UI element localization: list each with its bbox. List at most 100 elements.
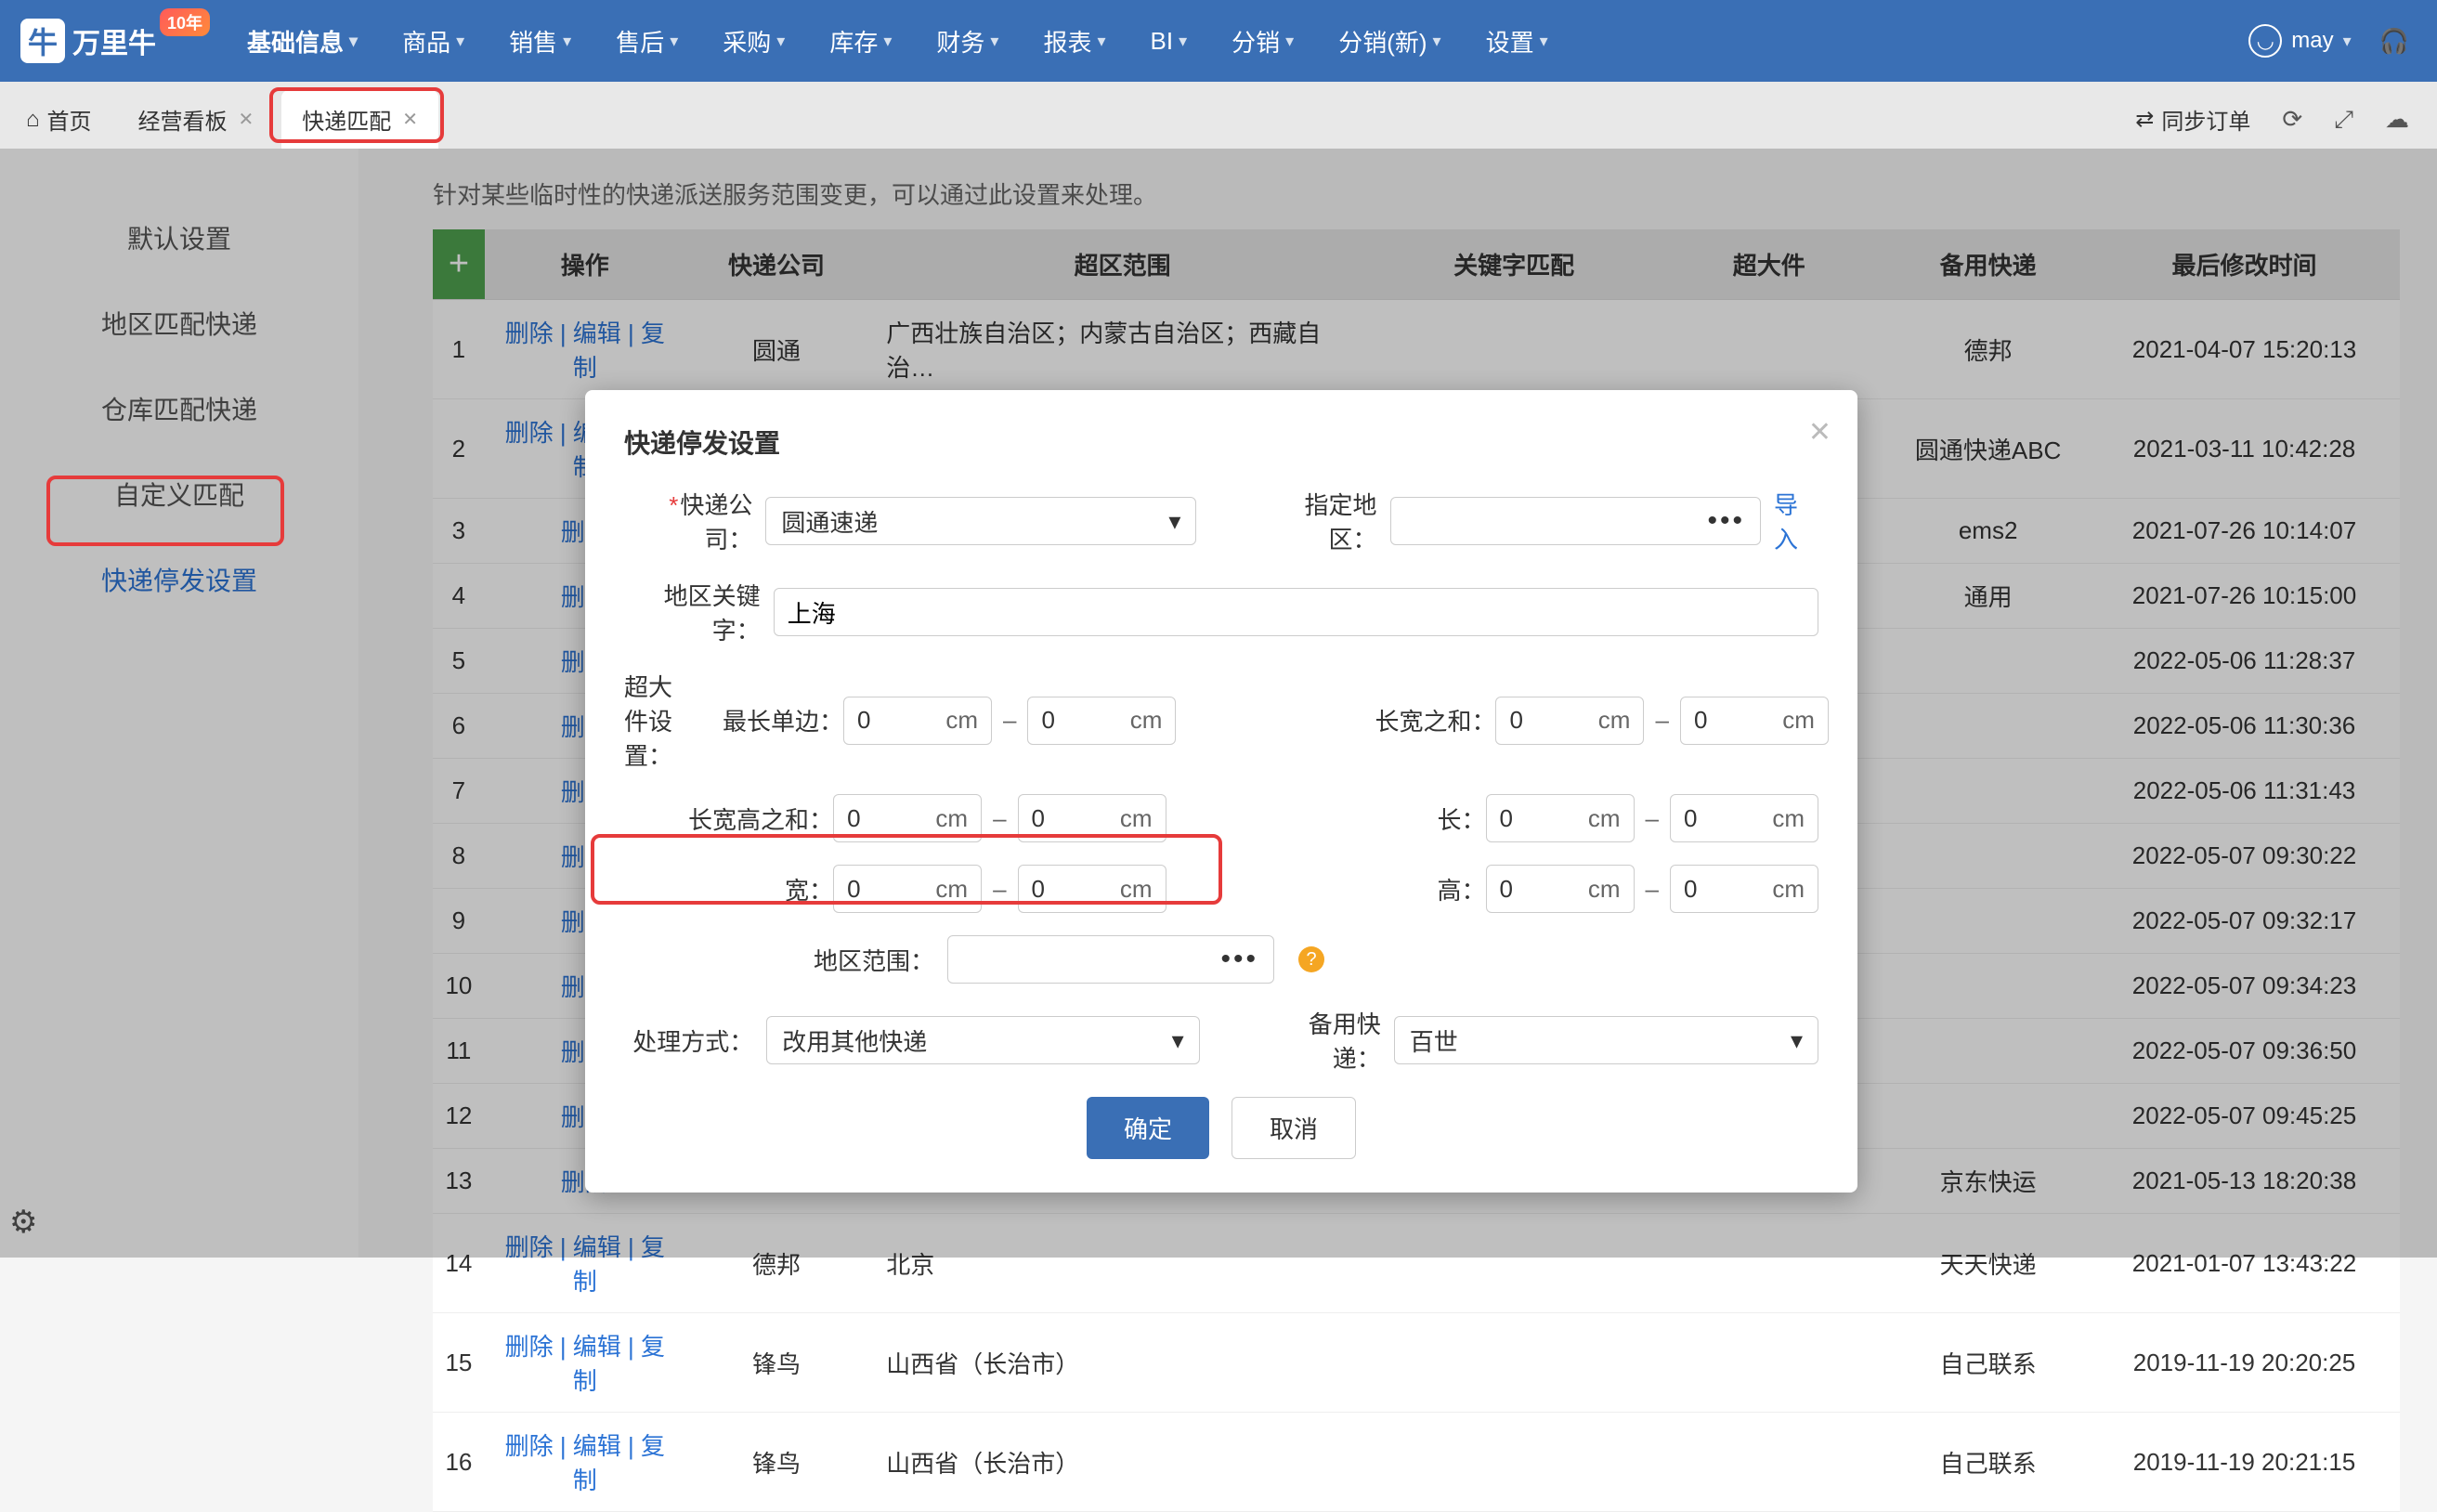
logo[interactable]: 牛 万里牛 10年 bbox=[20, 19, 210, 63]
dash: – bbox=[1646, 804, 1659, 833]
sync-label: 同步订单 bbox=[2161, 103, 2250, 136]
width-from[interactable]: 0 cm bbox=[833, 865, 982, 913]
width-to[interactable]: 0cm bbox=[1018, 865, 1166, 913]
chevron-down-icon: ▾ bbox=[349, 32, 358, 51]
label-process: 处理方式： bbox=[624, 1023, 753, 1058]
refresh-icon[interactable]: ⟳ bbox=[2282, 105, 2302, 134]
val: 0 bbox=[1684, 804, 1697, 833]
val: 0 bbox=[847, 875, 860, 904]
home-tab[interactable]: ⌂ 首页 bbox=[7, 90, 111, 149]
lwsum-to[interactable]: 0cm bbox=[1680, 697, 1829, 745]
nav-item-stock[interactable]: 库存▾ bbox=[829, 24, 892, 59]
nav-item-basic[interactable]: 基础信息▾ bbox=[247, 24, 358, 59]
nav-item-finance[interactable]: 财务▾ bbox=[936, 24, 998, 59]
row-process: 处理方式： 改用其他快递 ▾ 备用快递： 百世 ▾ bbox=[624, 1006, 1818, 1075]
label-lwsum: 长宽之和： bbox=[1337, 703, 1495, 737]
edit-link[interactable]: 编辑 bbox=[573, 1432, 621, 1460]
close-icon[interactable]: ✕ bbox=[1808, 416, 1831, 449]
nav-item-product[interactable]: 商品▾ bbox=[402, 24, 464, 59]
length-from[interactable]: 0cm bbox=[1486, 794, 1635, 842]
logo-icon: 牛 bbox=[20, 19, 65, 63]
unit: cm bbox=[1772, 875, 1805, 904]
chevron-down-icon: ▾ bbox=[2343, 32, 2352, 51]
table-row: 16删除 | 编辑 | 复制锋鸟山西省（长治市）自己联系2019-11-19 2… bbox=[433, 1413, 2400, 1512]
chevron-down-icon: ▾ bbox=[883, 32, 892, 51]
dash: – bbox=[1003, 706, 1016, 735]
close-icon[interactable]: ✕ bbox=[239, 108, 254, 131]
cancel-button[interactable]: 取消 bbox=[1232, 1097, 1356, 1159]
val: 0 bbox=[1509, 706, 1522, 735]
unit: cm bbox=[935, 875, 968, 904]
nav-item-report[interactable]: 报表▾ bbox=[1043, 24, 1105, 59]
row-kw bbox=[1377, 1413, 1650, 1512]
delete-link[interactable]: 删除 bbox=[505, 1432, 554, 1460]
length-to[interactable]: 0cm bbox=[1670, 794, 1818, 842]
sync-orders-button[interactable]: ⇄ 同步订单 bbox=[2135, 103, 2250, 136]
chevron-down-icon: ▾ bbox=[1285, 32, 1294, 51]
nav-label: 销售 bbox=[509, 24, 557, 59]
lwhsum-to[interactable]: 0cm bbox=[1018, 794, 1166, 842]
row-company: *快递公司： 圆通速递 ▾ 指定地区： ••• 导入 bbox=[624, 487, 1818, 555]
label-length: 长： bbox=[1328, 802, 1486, 836]
chevron-down-icon: ▾ bbox=[563, 32, 571, 51]
backup-value: 百世 bbox=[1410, 1023, 1458, 1058]
val: 0 bbox=[1032, 875, 1045, 904]
unit: cm bbox=[1588, 804, 1621, 833]
edit-link[interactable]: 编辑 bbox=[573, 1333, 621, 1361]
process-select[interactable]: 改用其他快递 ▾ bbox=[766, 1016, 1200, 1064]
maxedge-to[interactable]: 0cm bbox=[1027, 697, 1176, 745]
nav-item-sales[interactable]: 销售 ▾ bbox=[509, 24, 571, 59]
import-link[interactable]: 导入 bbox=[1774, 487, 1818, 555]
fullscreen-icon[interactable]: ⤢ bbox=[2334, 105, 2353, 135]
headset-icon[interactable]: 🎧 bbox=[2379, 27, 2409, 56]
val: 0 bbox=[1500, 875, 1513, 904]
user-menu[interactable]: ◡ may ▾ bbox=[2248, 24, 2351, 58]
nav-item-aftersale[interactable]: 售后▾ bbox=[616, 24, 678, 59]
cloud-icon[interactable]: ☁ bbox=[2385, 105, 2409, 134]
nav-label: 商品 bbox=[402, 24, 450, 59]
tab-bar: ⌂ 首页 经营看板 ✕ 快递匹配 ✕ ⇄ 同步订单 ⟳ ⤢ ☁ bbox=[0, 82, 2437, 149]
nav-label: 分销 bbox=[1232, 24, 1280, 59]
ok-button[interactable]: 确定 bbox=[1087, 1097, 1209, 1159]
tab-dashboard[interactable]: 经营看板 ✕ bbox=[118, 90, 275, 149]
label-text: 快递公司： bbox=[680, 491, 752, 554]
company-select[interactable]: 圆通速递 ▾ bbox=[765, 497, 1196, 545]
tab-bar-right: ⇄ 同步订单 ⟳ ⤢ ☁ bbox=[2135, 103, 2418, 149]
maxedge-from[interactable]: 0cm bbox=[843, 697, 992, 745]
nav-label: 财务 bbox=[936, 24, 984, 59]
lwhsum-from[interactable]: 0cm bbox=[833, 794, 982, 842]
nav-item-distnew[interactable]: 分销(新)▾ bbox=[1338, 24, 1440, 59]
label-company: *快递公司： bbox=[624, 487, 752, 555]
anniversary-badge: 10年 bbox=[160, 8, 210, 36]
scope-picker[interactable]: ••• bbox=[947, 935, 1274, 984]
tab-express-match[interactable]: 快递匹配 ✕ bbox=[281, 90, 438, 149]
help-icon[interactable]: ? bbox=[1298, 946, 1324, 972]
row-index: 16 bbox=[433, 1413, 485, 1512]
avatar-icon: ◡ bbox=[2248, 24, 2282, 58]
nav-item-settings[interactable]: 设置▾ bbox=[1486, 24, 1548, 59]
unit: cm bbox=[1120, 804, 1153, 833]
dash: – bbox=[1655, 706, 1668, 735]
backup-select[interactable]: 百世 ▾ bbox=[1394, 1016, 1818, 1064]
nav-item-bi[interactable]: BI▾ bbox=[1151, 24, 1188, 59]
row-ops: 删除 | 编辑 | 复制 bbox=[485, 1313, 685, 1413]
label-region: 指定地区： bbox=[1266, 487, 1377, 555]
chevron-down-icon: ▾ bbox=[1172, 1026, 1184, 1055]
row-kw bbox=[1377, 1313, 1650, 1413]
height-to[interactable]: 0cm bbox=[1670, 865, 1818, 913]
nav-item-purchase[interactable]: 采购▾ bbox=[723, 24, 785, 59]
nav-item-dist[interactable]: 分销 ▾ bbox=[1232, 24, 1294, 59]
row-company: 锋鸟 bbox=[685, 1313, 867, 1413]
val: 0 bbox=[1041, 706, 1054, 735]
region-picker[interactable]: ••• bbox=[1390, 497, 1761, 545]
nav-label: 售后 bbox=[616, 24, 664, 59]
keyword-input[interactable] bbox=[774, 588, 1818, 636]
close-icon[interactable]: ✕ bbox=[402, 108, 418, 131]
row-index: 15 bbox=[433, 1313, 485, 1413]
lwsum-from[interactable]: 0cm bbox=[1495, 697, 1644, 745]
delete-link[interactable]: 删除 bbox=[505, 1333, 554, 1361]
nav-items: 基础信息▾ 商品▾ 销售▾ 售后▾ 采购▾ 库存▾ 财务▾ 报表▾ BI▾ 分销… bbox=[247, 24, 2248, 59]
label-height: 高： bbox=[1328, 872, 1486, 906]
row-range: 山西省（长治市） bbox=[867, 1313, 1377, 1413]
height-from[interactable]: 0cm bbox=[1486, 865, 1635, 913]
